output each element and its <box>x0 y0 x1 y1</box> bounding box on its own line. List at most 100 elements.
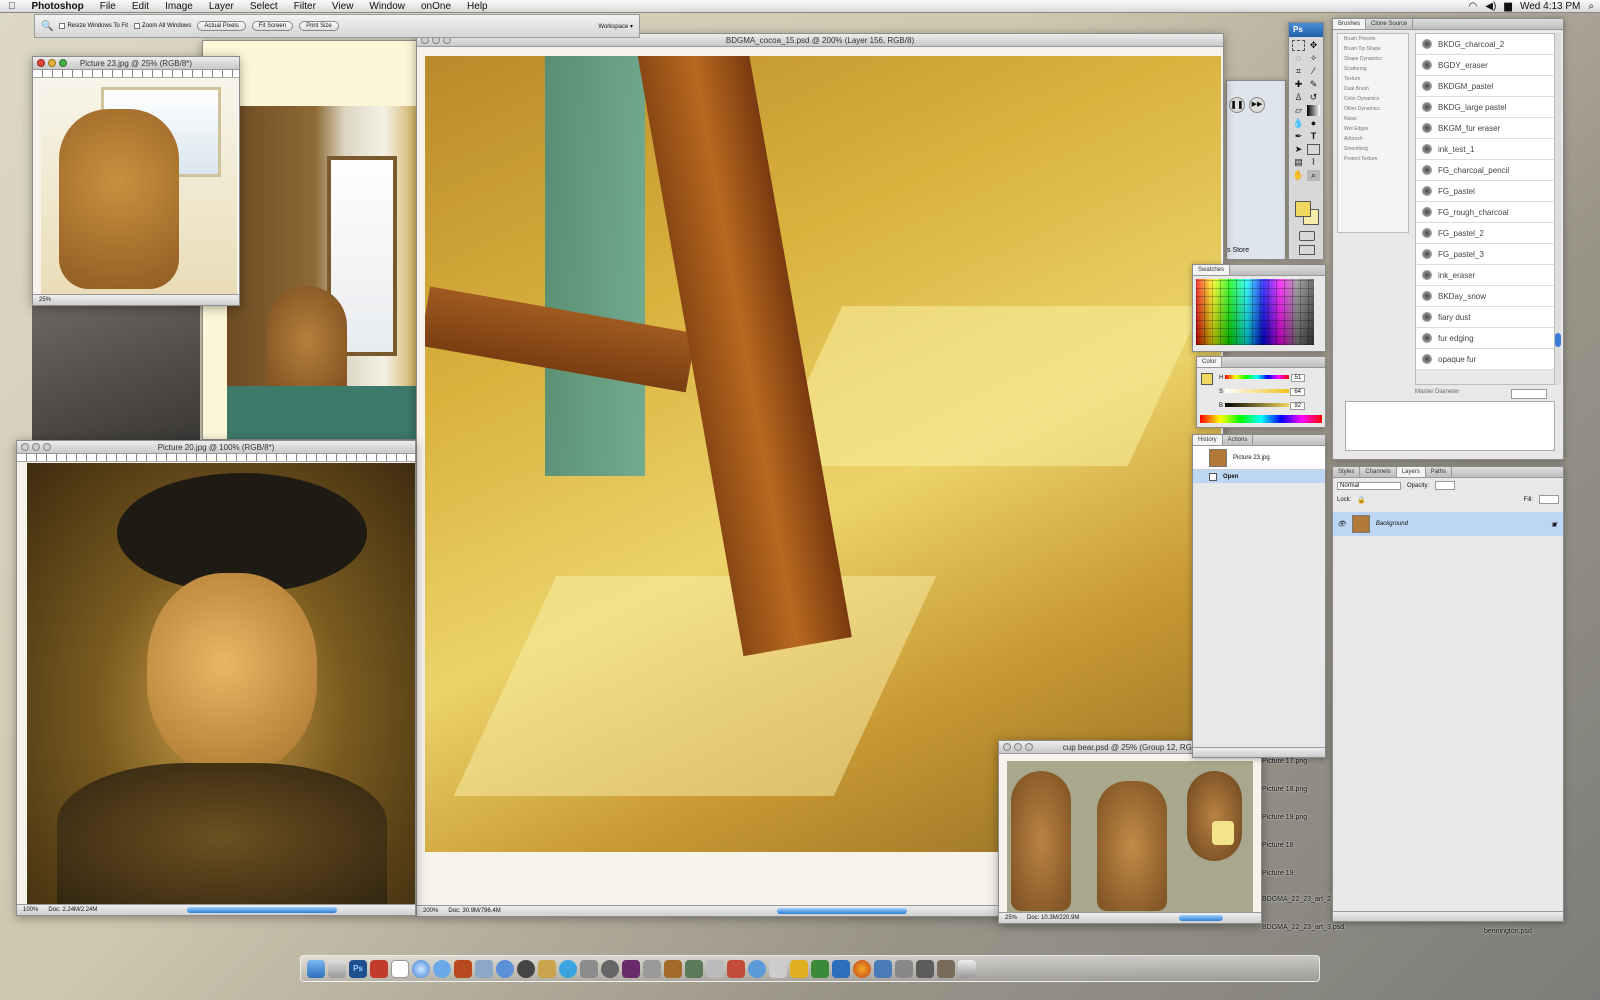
apple-icon[interactable]:  <box>0 0 24 13</box>
shape-tool-icon[interactable] <box>1307 144 1320 155</box>
safari-icon[interactable] <box>412 959 430 978</box>
close-icon[interactable] <box>1003 743 1011 751</box>
horizontal-scrollbar[interactable] <box>777 908 907 914</box>
history-state-open[interactable]: Open <box>1193 470 1325 483</box>
brush-preset[interactable]: fiary dust <box>1416 307 1554 328</box>
ichat-icon[interactable] <box>433 959 451 978</box>
lock-icon[interactable]: 🔒 <box>1357 496 1366 504</box>
spotlight-icon[interactable]: ⌕ <box>1588 0 1594 13</box>
app-icon[interactable] <box>769 959 787 978</box>
blur-tool-icon[interactable]: 💧 <box>1292 118 1305 129</box>
brush-preset[interactable]: BKDG_charcoal_2 <box>1416 34 1554 55</box>
desktop-file[interactable]: BDGMA_22_23_art_3.psd <box>1262 924 1344 931</box>
hue-slider[interactable] <box>1225 375 1289 379</box>
picture20-titlebar[interactable]: Picture 20.jpg @ 100% (RGB/8*) <box>17 441 415 454</box>
history-snapshot[interactable]: Picture 23.jpg <box>1193 446 1325 470</box>
color-fg-swatch[interactable] <box>1201 373 1213 385</box>
calendar-icon[interactable] <box>391 959 409 978</box>
cupbear-window[interactable]: cup bear.psd @ 25% (Group 12, RGB 25% Do… <box>998 740 1262 924</box>
app-icon[interactable] <box>559 959 577 978</box>
itunes-icon[interactable] <box>496 959 514 978</box>
pen-tool-icon[interactable]: ✒ <box>1292 131 1305 142</box>
slice-tool-icon[interactable]: ⁄ <box>1307 66 1320 77</box>
tab-clone-source[interactable]: Clone Source <box>1366 19 1414 29</box>
layer-name[interactable]: Background <box>1376 521 1408 527</box>
app-icon[interactable] <box>664 959 682 978</box>
ps-logo-icon[interactable]: Ps <box>1289 23 1323 37</box>
desktop-file[interactable]: bennington.psd <box>1484 928 1532 935</box>
wifi-icon[interactable]: ◠ <box>1469 0 1478 13</box>
tab-swatches[interactable]: Swatches <box>1193 265 1231 275</box>
layer-row-background[interactable]: 👁 Background ▣ <box>1333 512 1563 536</box>
eyedropper-tool-icon[interactable]: ⌇ <box>1307 157 1320 168</box>
actual-pixels-button[interactable]: Actual Pixels <box>197 21 246 31</box>
workspace-menu[interactable]: Workspace ▾ <box>598 23 633 30</box>
app-icon[interactable] <box>643 959 661 978</box>
picture23-window[interactable]: Picture 23.jpg @ 25% (RGB/8*) 25% <box>32 56 240 306</box>
menu-view[interactable]: View <box>324 0 362 13</box>
brush-option[interactable]: Protect Texture <box>1338 154 1408 164</box>
store-label[interactable]: s Store <box>1227 247 1249 254</box>
brush-preset[interactable]: BKDay_snow <box>1416 286 1554 307</box>
close-icon[interactable] <box>37 59 45 67</box>
brush-option[interactable]: Wet Edges <box>1338 124 1408 134</box>
brush-preset[interactable]: BKDGM_pastel <box>1416 76 1554 97</box>
mail-icon[interactable] <box>328 959 346 978</box>
brightness-slider[interactable] <box>1224 403 1289 407</box>
tab-color[interactable]: Color <box>1197 357 1223 367</box>
saturation-slider[interactable] <box>1224 389 1289 393</box>
dodge-tool-icon[interactable]: ● <box>1307 118 1320 129</box>
tab-channels[interactable]: Channels <box>1360 467 1397 477</box>
brush-preset[interactable]: BGDY_eraser <box>1416 55 1554 76</box>
visibility-eye-icon[interactable]: 👁 <box>1337 520 1346 528</box>
menu-file[interactable]: File <box>92 0 124 13</box>
opacity-input[interactable] <box>1435 481 1456 490</box>
bridge-icon[interactable] <box>454 959 472 978</box>
brush-preset[interactable]: FG_pastel_3 <box>1416 244 1554 265</box>
zoom-tool-icon[interactable]: ⌕ <box>1307 170 1320 181</box>
app-icon[interactable] <box>601 959 619 978</box>
type-tool-icon[interactable]: T <box>1307 131 1320 142</box>
minimize-icon[interactable] <box>1014 743 1022 751</box>
brush-option[interactable]: Brush Tip Shape <box>1338 44 1408 54</box>
brush-option[interactable]: Airbrush <box>1338 134 1408 144</box>
app-icon[interactable] <box>580 959 598 978</box>
firefox-icon[interactable] <box>853 959 871 978</box>
menu-help[interactable]: Help <box>459 0 496 13</box>
brush-option[interactable]: Scattering <box>1338 64 1408 74</box>
app-icon[interactable] <box>874 959 892 978</box>
brush-preset[interactable]: FG_rough_charcoal <box>1416 202 1554 223</box>
tab-brushes[interactable]: Brushes <box>1333 19 1367 29</box>
marquee-tool-icon[interactable] <box>1292 40 1305 51</box>
tab-history[interactable]: History <box>1193 435 1223 445</box>
brush-option[interactable]: Noise <box>1338 114 1408 124</box>
indesign-icon[interactable] <box>622 959 640 978</box>
finder-icon[interactable] <box>307 959 325 978</box>
brush-preset[interactable]: ink_eraser <box>1416 265 1554 286</box>
gradient-tool-icon[interactable] <box>1307 105 1320 116</box>
tab-layers[interactable]: Layers <box>1396 467 1426 477</box>
brightness-value[interactable]: 92 <box>1290 402 1306 410</box>
app-icon[interactable] <box>937 959 955 978</box>
brush-preset[interactable]: ink_test_1 <box>1416 139 1554 160</box>
saturation-value[interactable]: 64 <box>1290 388 1306 396</box>
picture23-artwork[interactable] <box>41 79 237 295</box>
screen-mode-icon[interactable] <box>1299 245 1315 255</box>
master-diameter-input[interactable] <box>1511 389 1547 399</box>
hand-tool-icon[interactable]: ✋ <box>1292 170 1305 181</box>
picture23-titlebar[interactable]: Picture 23.jpg @ 25% (RGB/8*) <box>33 57 239 70</box>
acrobat-icon[interactable] <box>370 959 388 978</box>
stamp-tool-icon[interactable]: ♙ <box>1292 92 1305 103</box>
brush-preset[interactable]: FG_pastel_2 <box>1416 223 1554 244</box>
color-ramp[interactable] <box>1200 415 1322 423</box>
zoom-icon[interactable] <box>1025 743 1033 751</box>
app-icon[interactable] <box>517 959 535 978</box>
desktop-file[interactable]: Picture 18.png <box>1262 786 1307 793</box>
resize-windows-checkbox[interactable]: Resize Windows To Fit <box>59 23 128 29</box>
app-icon[interactable] <box>538 959 556 978</box>
app-icon[interactable] <box>916 959 934 978</box>
app-icon[interactable] <box>832 959 850 978</box>
brush-option[interactable]: Other Dynamics <box>1338 104 1408 114</box>
fit-screen-button[interactable]: Fit Screen <box>251 21 294 31</box>
print-size-button[interactable]: Print Size <box>299 21 339 31</box>
